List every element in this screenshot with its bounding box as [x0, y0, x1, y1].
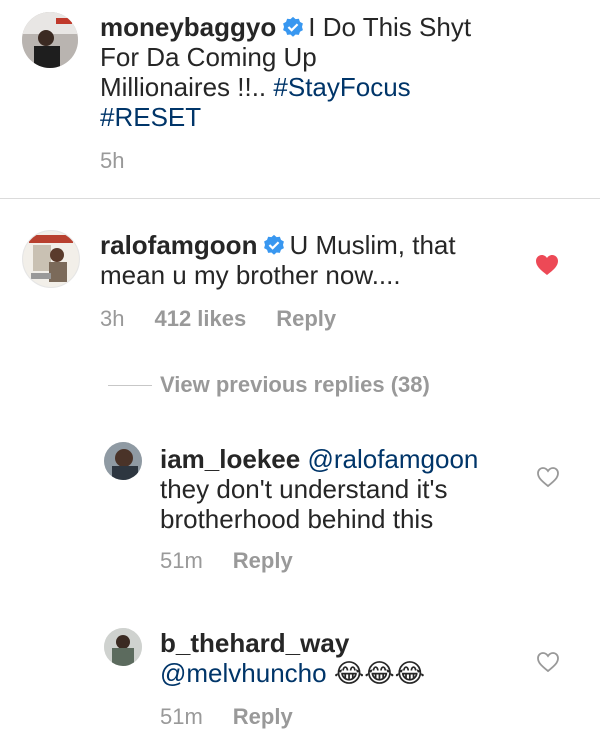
post-caption: moneybaggyo I Do This Shyt For Da Coming … — [100, 12, 580, 132]
comment-reply-button[interactable]: Reply — [276, 306, 336, 331]
post-avatar[interactable] — [22, 12, 78, 68]
reply-2-meta: 51m Reply — [160, 704, 323, 730]
hashtag-reset[interactable]: #RESET — [100, 102, 201, 132]
post-meta: 5h — [100, 148, 154, 174]
avatar-image — [104, 628, 142, 666]
replies-divider-line — [108, 385, 152, 386]
avatar-image — [22, 12, 78, 68]
reply-2-mention[interactable]: @melvhuncho — [160, 658, 327, 688]
heart-filled-icon[interactable] — [535, 254, 559, 276]
comment-meta: 3h 412 likes Reply — [100, 306, 366, 332]
caption-line-2: For Da Coming Up — [100, 42, 317, 72]
reply-1-body: iam_loekee @ralofamgoon they don't under… — [160, 444, 540, 534]
view-previous-replies[interactable]: View previous replies (38) — [160, 372, 430, 398]
reply-2-time: 51m — [160, 704, 203, 729]
comment-likes[interactable]: 412 likes — [154, 306, 246, 331]
caption-line-3: Millionaires !!.. — [100, 72, 267, 102]
comment-text-line-2: mean u my brother now.... — [100, 260, 401, 290]
reply-1-username[interactable]: iam_loekee — [160, 444, 300, 474]
reply-2-reply-button[interactable]: Reply — [233, 704, 293, 729]
avatar-image — [23, 231, 79, 287]
avatar-image — [104, 442, 142, 480]
post-time: 5h — [100, 148, 125, 173]
verified-badge-icon — [264, 234, 285, 255]
reply-1-meta: 51m Reply — [160, 548, 323, 574]
reply-2-emojis: 😂😂😂 — [333, 658, 425, 688]
comment-avatar[interactable] — [22, 230, 80, 288]
heart-outline-icon[interactable] — [536, 651, 560, 673]
reply-1-reply-button[interactable]: Reply — [233, 548, 293, 573]
heart-outline-icon[interactable] — [536, 466, 560, 488]
comment-text-line-1: U Muslim, that — [289, 230, 456, 260]
hashtag-stayfocus[interactable]: #StayFocus — [273, 72, 410, 102]
reply-1-avatar[interactable] — [104, 442, 142, 480]
reply-2-body: b_thehard_way @melvhuncho 😂😂😂 — [160, 628, 540, 688]
reply-2-username[interactable]: b_thehard_way — [160, 628, 349, 658]
reply-2-avatar[interactable] — [104, 628, 142, 666]
reply-1-time: 51m — [160, 548, 203, 573]
reply-1-text-line-2: brotherhood behind this — [160, 504, 434, 534]
comment-body: ralofamgoon U Muslim, that mean u my brot… — [100, 230, 540, 290]
verified-badge-icon — [283, 16, 304, 37]
comment-time: 3h — [100, 306, 125, 331]
caption-divider — [0, 198, 600, 199]
caption-line-1: I Do This Shyt — [308, 12, 472, 42]
comment-username[interactable]: ralofamgoon — [100, 230, 257, 260]
reply-1-mention[interactable]: @ralofamgoon — [307, 444, 478, 474]
reply-1-text-line-1: they don't understand it's — [160, 474, 448, 504]
post-username[interactable]: moneybaggyo — [100, 12, 276, 42]
